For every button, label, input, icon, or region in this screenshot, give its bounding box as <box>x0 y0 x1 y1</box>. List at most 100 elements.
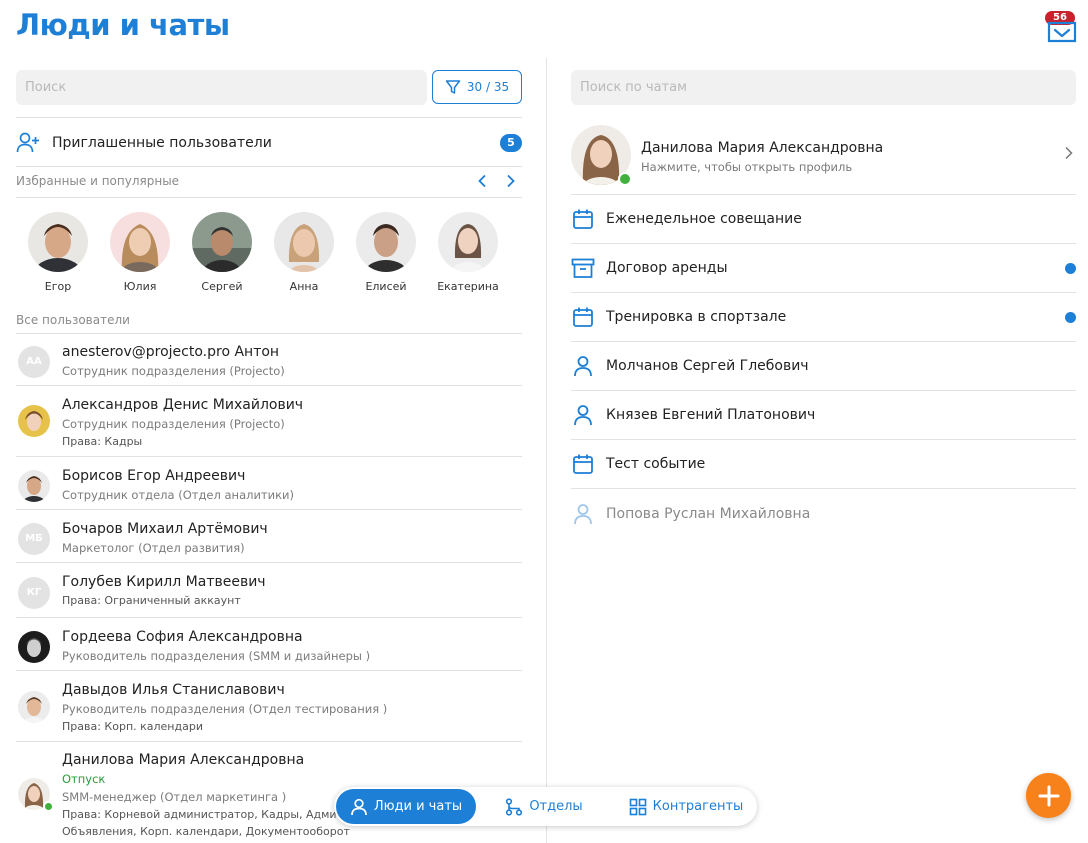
user-name: Бочаров Михаил Артёмович <box>62 521 268 537</box>
unread-indicator <box>1065 262 1076 274</box>
user-position: Руководитель подразделения (SMM и дизайн… <box>62 649 371 663</box>
chat-title: Тренировка в спортзале <box>606 309 787 325</box>
chat-title: Князев Евгений Платонович <box>606 407 816 423</box>
add-user-icon <box>16 132 39 153</box>
user-position: Сотрудник подразделения (Projecto) <box>62 364 285 378</box>
archive-icon <box>571 256 595 280</box>
chat-item[interactable]: Попова Руслан Михайловна <box>571 489 1076 538</box>
page-title: Люди и чаты <box>16 8 230 42</box>
avatar <box>18 631 50 663</box>
invited-users-row[interactable]: Приглашенные пользователи 5 <box>16 130 522 156</box>
avatar <box>274 212 334 272</box>
user-row[interactable]: МБ Бочаров Михаил Артёмович Маркетолог (… <box>16 510 522 563</box>
add-button[interactable] <box>1026 773 1071 818</box>
tab-contractors[interactable]: Контрагенты <box>619 789 753 824</box>
tab-label: Люди и чаты <box>373 799 463 814</box>
avatar <box>18 691 50 723</box>
user-row[interactable]: Давыдов Илья Станиславович Руководитель … <box>16 671 522 742</box>
favorites-prev-button[interactable] <box>472 171 492 191</box>
chat-item[interactable]: Молчанов Сергей Глебович <box>571 342 1076 391</box>
chat-item[interactable]: Князев Евгений Платонович <box>571 391 1076 440</box>
avatar-initials: AA <box>18 346 50 378</box>
user-name: Александров Денис Михайлович <box>62 397 304 413</box>
calendar-icon <box>571 305 595 329</box>
chat-item[interactable]: Тренировка в спортзале <box>571 293 1076 342</box>
tab-label: Отделы <box>529 799 583 814</box>
chat-item[interactable]: Еженедельное совещание <box>571 195 1076 244</box>
divider-line <box>16 197 522 198</box>
user-position: Сотрудник отдела (Отдел аналитики) <box>62 488 295 502</box>
profile-hint: Нажмите, чтобы открыть профиль <box>641 160 853 174</box>
filter-button[interactable]: 30 / 35 <box>432 70 522 104</box>
user-rights: Права: Корп. календари <box>62 720 203 733</box>
user-rights: Права: Кадры <box>62 435 143 448</box>
avatar <box>28 212 88 272</box>
user-row[interactable]: КГ Голубев Кирилл Матвеевич Права: Огран… <box>16 563 522 618</box>
favorite-user-name: Сергей <box>201 280 243 293</box>
chat-title: Договор аренды <box>606 260 728 276</box>
tab-people-and-chats[interactable]: Люди и чаты <box>336 789 476 824</box>
favorites-label: Избранные и популярные <box>16 174 180 188</box>
divider-line <box>16 166 522 167</box>
user-row[interactable]: Гордеева София Александровна Руководител… <box>16 618 522 671</box>
users-list: AA anesterov@projecto.pro Антон Сотрудни… <box>16 333 522 843</box>
chevron-right-icon <box>507 174 515 188</box>
favorites-carousel: Егор Юлия Сергей Анна Елисей Екатерина <box>16 212 522 298</box>
user-name: anesterov@projecto.pro Антон <box>62 344 280 360</box>
avatar-initials: КГ <box>18 577 50 609</box>
person-icon <box>350 798 367 815</box>
org-structure-icon <box>506 797 523 816</box>
favorite-user[interactable]: Анна <box>264 212 344 293</box>
chat-title: Молчанов Сергей Глебович <box>606 358 809 374</box>
user-row[interactable]: Борисов Егор Андреевич Сотрудник отдела … <box>16 457 522 510</box>
person-icon <box>571 354 595 378</box>
invited-count-badge: 5 <box>500 134 522 152</box>
avatar <box>18 405 50 437</box>
user-row[interactable]: AA anesterov@projecto.pro Антон Сотрудни… <box>16 333 522 386</box>
user-status: Отпуск <box>62 772 106 786</box>
user-name: Гордеева София Александровна <box>62 629 303 645</box>
divider-line <box>16 117 522 118</box>
chat-title: Тест событие <box>606 456 706 472</box>
favorites-next-button[interactable] <box>501 171 521 191</box>
invited-users-label: Приглашенные пользователи <box>52 135 272 151</box>
tab-label: Контрагенты <box>652 799 744 814</box>
tab-departments[interactable]: Отделы <box>494 789 594 824</box>
user-position: Маркетолог (Отдел развития) <box>62 541 245 555</box>
user-position: Сотрудник подразделения (Projecto) <box>62 417 285 431</box>
calendar-icon <box>571 207 595 231</box>
favorite-user-name: Екатерина <box>437 280 499 293</box>
favorite-user-name: Анна <box>289 280 319 293</box>
column-divider <box>546 58 547 843</box>
avatar <box>438 212 498 272</box>
filter-count: 30 / 35 <box>466 80 510 94</box>
favorite-user-name: Юлия <box>123 280 157 293</box>
chat-item[interactable]: Тест событие <box>571 440 1076 489</box>
inbox-icon <box>1047 21 1077 43</box>
favorite-user[interactable]: Егор <box>18 212 98 293</box>
favorite-user[interactable]: Елисей <box>346 212 426 293</box>
profile-name: Данилова Мария Александровна <box>641 140 884 156</box>
person-icon <box>571 502 595 526</box>
filter-icon <box>445 80 461 94</box>
chevron-left-icon <box>478 174 486 188</box>
chats-list: Еженедельное совещание Договор аренды Тр… <box>571 195 1076 538</box>
avatar <box>18 470 50 502</box>
my-profile-row[interactable]: Данилова Мария Александровна Нажмите, чт… <box>571 125 1076 195</box>
people-search-input[interactable] <box>16 70 427 105</box>
chat-title: Попова Руслан Михайловна <box>606 505 811 522</box>
inbox-button[interactable]: 56 <box>1045 11 1079 45</box>
user-rights: Права: Ограниченный аккаунт <box>62 594 241 607</box>
unread-indicator <box>1065 311 1076 323</box>
plus-icon <box>1038 785 1059 806</box>
chat-title: Еженедельное совещание <box>606 211 802 227</box>
chat-item[interactable]: Договор аренды <box>571 244 1076 293</box>
user-row[interactable]: Александров Денис Михайлович Сотрудник п… <box>16 386 522 457</box>
user-name: Борисов Егор Андреевич <box>62 468 246 484</box>
grid-icon <box>629 798 646 815</box>
favorite-user[interactable]: Сергей <box>182 212 262 293</box>
user-position: Руководитель подразделения (Отдел тестир… <box>62 702 388 716</box>
favorite-user[interactable]: Екатерина <box>428 212 508 293</box>
chats-search-input[interactable] <box>571 70 1076 105</box>
favorite-user[interactable]: Юлия <box>100 212 180 293</box>
